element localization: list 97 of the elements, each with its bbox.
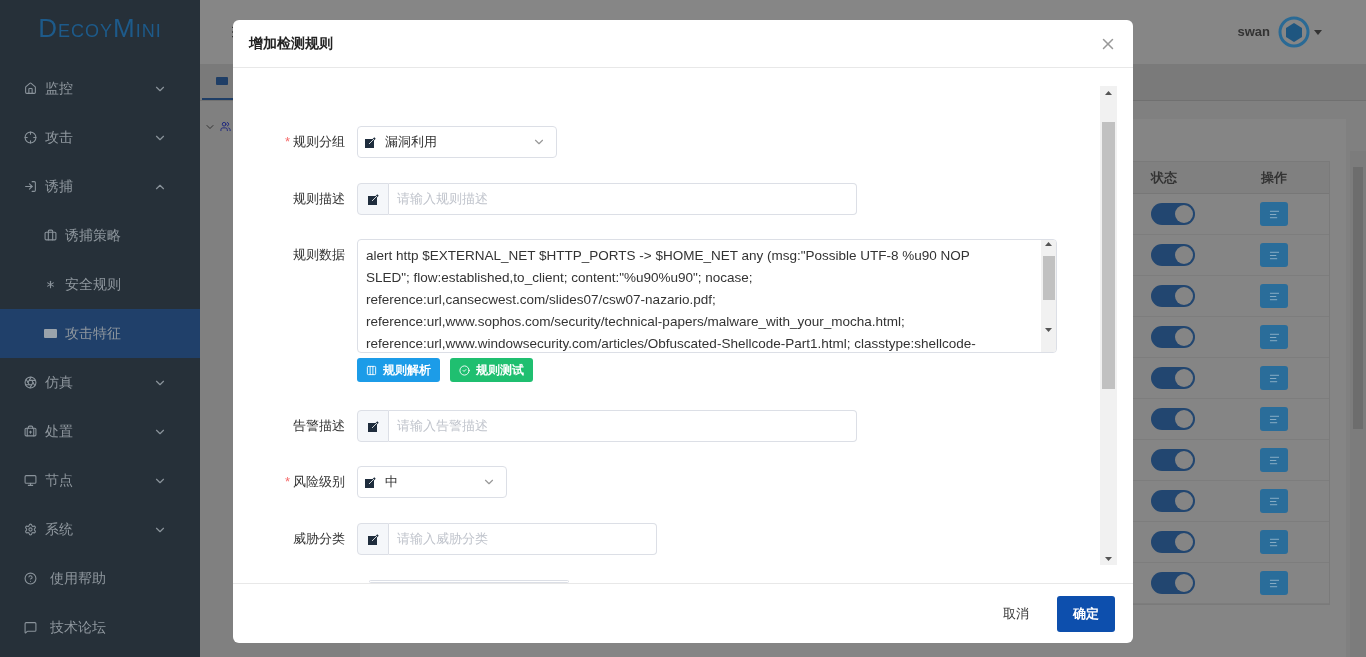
list-icon xyxy=(1268,372,1280,384)
field-label: 告警描述 xyxy=(293,417,345,436)
detail-button[interactable] xyxy=(1260,243,1288,267)
user-name[interactable]: swan xyxy=(1237,22,1270,42)
required-mark: * xyxy=(284,473,290,492)
text-field[interactable]: 请输入告警描述 xyxy=(389,410,857,442)
status-toggle[interactable] xyxy=(1151,572,1195,594)
detail-button[interactable] xyxy=(1260,530,1288,554)
status-toggle[interactable] xyxy=(1151,449,1195,471)
caret-icon[interactable] xyxy=(1314,29,1322,35)
test-button[interactable]: 规则测试 xyxy=(450,358,533,382)
column-header: 操作 xyxy=(1260,168,1288,187)
avatar-icon[interactable] xyxy=(1278,16,1310,48)
asterisk-icon xyxy=(44,278,57,291)
target-icon xyxy=(24,131,37,144)
sidebar-item[interactable]: 节点 xyxy=(0,456,200,505)
login-icon xyxy=(24,180,37,193)
dialog-title: 增加检测规则 xyxy=(249,34,334,53)
sidebar-item[interactable]: 攻击 xyxy=(0,113,200,162)
status-toggle[interactable] xyxy=(1151,367,1195,389)
status-toggle[interactable] xyxy=(1151,203,1195,225)
detail-button[interactable] xyxy=(1260,366,1288,390)
text-field[interactable]: 请输入规则描述 xyxy=(389,183,857,215)
detail-button[interactable] xyxy=(1260,284,1288,308)
sidebar-item[interactable]: 系统 xyxy=(0,505,200,554)
detail-button[interactable] xyxy=(1260,325,1288,349)
field-label: 规则分组 xyxy=(293,133,345,152)
list-icon xyxy=(1268,331,1280,343)
list-icon xyxy=(1268,249,1280,261)
status-toggle[interactable] xyxy=(1151,408,1195,430)
edit-icon xyxy=(365,476,376,488)
detail-button[interactable] xyxy=(1260,489,1288,513)
chat-icon xyxy=(24,621,37,634)
kit-icon xyxy=(24,425,37,438)
sidebar-item[interactable]: 处置 xyxy=(0,407,200,456)
edit-icon xyxy=(367,193,379,205)
sidebar-item[interactable]: 诱捕 xyxy=(0,162,200,211)
logo: DecoyMini xyxy=(38,15,162,41)
detail-button[interactable] xyxy=(1260,448,1288,472)
edit-icon xyxy=(367,533,379,545)
parse-button[interactable]: 规则解析 xyxy=(357,358,440,382)
code-line: reference:url,www.sophos.com/security/technical-papers/malware_with_your_mocha.html; xyxy=(366,313,906,331)
brackets-icon xyxy=(366,364,377,376)
list-icon xyxy=(1268,413,1280,425)
required-mark: * xyxy=(284,133,290,152)
scroll-thumb[interactable] xyxy=(1042,256,1055,300)
list-icon xyxy=(1268,454,1280,466)
field-label: 规则描述 xyxy=(293,190,345,209)
edit-icon xyxy=(367,420,379,432)
scroll-up-icon[interactable] xyxy=(1105,91,1112,95)
gear-icon xyxy=(24,523,37,536)
list-icon xyxy=(1268,495,1280,507)
help-icon xyxy=(24,572,37,585)
scroll-thumb[interactable] xyxy=(1102,122,1115,389)
select-field[interactable]: 中 xyxy=(357,466,507,498)
rule-textarea[interactable] xyxy=(357,239,1057,353)
list-icon xyxy=(1268,536,1280,548)
check-icon xyxy=(459,364,470,376)
list-icon xyxy=(1268,208,1280,220)
code-line: alert http $EXTERNAL_NET $HTTP_PORTS -> $HOME_NET any (msg:"Possible UTF-8 %u90 NOP xyxy=(366,247,971,265)
detail-button[interactable] xyxy=(1260,407,1288,431)
text-field[interactable]: 请输入威胁分类 xyxy=(389,523,657,555)
sidebar-subitem[interactable]: 攻击特征 xyxy=(0,309,200,358)
status-toggle[interactable] xyxy=(1151,531,1195,553)
code-line: reference:url,cansecwest.com/slides07/csw07-nazario.pdf; xyxy=(366,291,717,309)
home-icon xyxy=(24,82,37,95)
bag-icon xyxy=(44,229,57,242)
field-label: 规则数据 xyxy=(293,246,345,265)
code-line: SLED"; flow:established,to_client; content:"%u90%u90"; nocase; xyxy=(366,269,754,287)
users-icon xyxy=(220,121,231,132)
list-icon xyxy=(1268,577,1280,589)
monitor-icon xyxy=(24,474,37,487)
field-label: 威胁分类 xyxy=(293,530,345,549)
detail-button[interactable] xyxy=(1260,571,1288,595)
sidebar-item[interactable]: 仿真 xyxy=(0,358,200,407)
sidebar-subitem[interactable]: 诱捕策略 xyxy=(0,211,200,260)
sidebar-subitem[interactable]: 安全规则 xyxy=(0,260,200,309)
column-header: 状态 xyxy=(1149,168,1178,187)
scroll-down-icon[interactable] xyxy=(1105,557,1112,561)
field-label: 风险级别 xyxy=(293,473,345,492)
confirm-button[interactable]: 确定 xyxy=(1057,595,1115,632)
detail-button[interactable] xyxy=(1260,202,1288,226)
edit-icon xyxy=(365,136,376,148)
sidebar-item[interactable]: 监控 xyxy=(0,64,200,113)
status-toggle[interactable] xyxy=(1151,326,1195,348)
status-toggle[interactable] xyxy=(1151,244,1195,266)
select-field[interactable]: 漏洞利用 xyxy=(357,126,557,158)
aperture-icon xyxy=(24,376,37,389)
cancel-button[interactable]: 取消 xyxy=(987,595,1045,632)
scroll-up-icon[interactable] xyxy=(1045,242,1052,246)
status-toggle[interactable] xyxy=(1151,285,1195,307)
sidebar-item[interactable]: 技术论坛 xyxy=(0,603,200,652)
sidebar-item[interactable]: 使用帮助 xyxy=(0,554,200,603)
scroll-down-icon[interactable] xyxy=(1045,328,1052,332)
list-icon xyxy=(1268,290,1280,302)
code-line: reference:url,www.windowsecurity.com/articles/Obfuscated-Shellcode-Part1.html; classtype:shellcode- xyxy=(366,335,977,352)
status-toggle[interactable] xyxy=(1151,490,1195,512)
